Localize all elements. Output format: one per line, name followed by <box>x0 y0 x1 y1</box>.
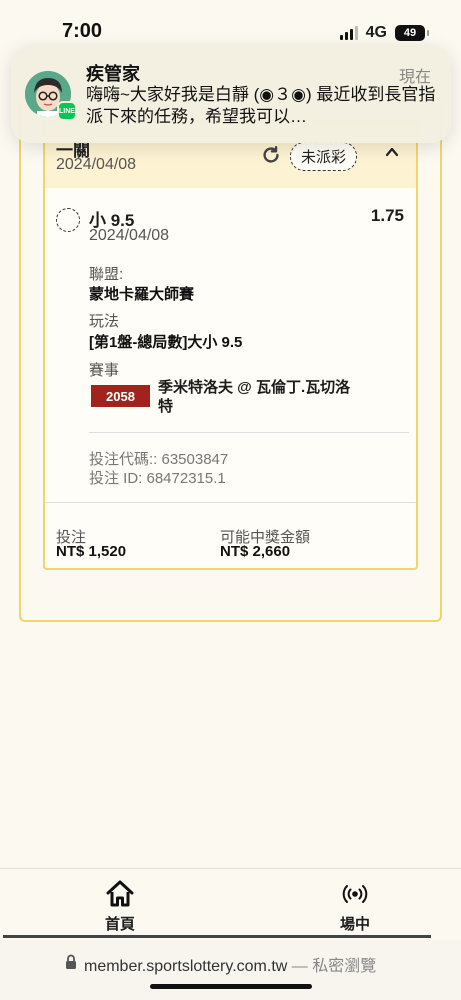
league-label: 聯盟: <box>89 266 124 283</box>
url-text: member.sportslottery.com.tw — 私密瀏覽 <box>84 952 376 976</box>
signal-icon <box>339 26 358 40</box>
home-icon <box>106 880 134 907</box>
nav-item-home[interactable]: 首頁 <box>80 879 160 934</box>
match-code-badge: 2058 <box>91 385 150 407</box>
bottom-nav: 首頁 場中 <box>0 868 461 938</box>
match-name: 季米特洛夫 @ 瓦倫丁.瓦切洛特 <box>158 379 351 415</box>
play-label: 玩法 <box>89 313 120 330</box>
divider <box>45 502 416 503</box>
selection-odds: 1.75 <box>370 206 404 225</box>
bet-id: 投注 ID: 68472315.1 <box>89 470 226 487</box>
selection-date: 2024/04/08 <box>89 227 170 244</box>
nav-item-live[interactable]: 場中 <box>315 879 395 934</box>
divider <box>89 432 409 433</box>
bet-date: 2024/04/08 <box>56 156 137 173</box>
stake-value: NT$ 1,520 <box>56 543 127 560</box>
notification-body: 嗨嗨~大家好我是白靜 (◉３◉) 最近收到長官指派下來的任務，希望我可以… <box>86 85 436 126</box>
payout-status-badge: 未派彩 <box>290 142 358 171</box>
battery-icon: 49 <box>395 25 429 41</box>
nav-label-live: 場中 <box>339 916 370 933</box>
status-indicators: 4G 49 <box>339 24 429 42</box>
lock-icon <box>66 954 76 969</box>
push-notification[interactable]: LINE 疾管家 現在 嗨嗨~大家好我是白靜 (◉３◉) 最近收到長官指派下來的… <box>11 45 451 143</box>
private-browsing-label: — 私密瀏覽 <box>291 958 377 975</box>
refresh-icon[interactable] <box>260 144 282 166</box>
notification-title: 疾管家 <box>86 64 140 84</box>
nav-indicator <box>3 935 431 938</box>
line-app-badge: LINE <box>57 101 77 121</box>
browser-url-bar[interactable]: member.sportslottery.com.tw — 私密瀏覽 <box>0 940 461 1000</box>
league-value: 蒙地卡羅大師賽 <box>89 286 195 303</box>
home-indicator[interactable] <box>150 984 312 989</box>
match-label: 賽事 <box>89 362 120 379</box>
status-time: 7:00 <box>62 20 103 42</box>
selection-status-icon <box>56 208 80 232</box>
chevron-up-icon[interactable] <box>385 145 399 159</box>
bet-code: 投注代碼:: 63503847 <box>89 451 229 468</box>
url-domain: member.sportslottery.com.tw <box>84 958 288 975</box>
payout-value: NT$ 2,660 <box>220 543 291 560</box>
play-value: [第1盤-總局數]大小 9.5 <box>89 334 243 351</box>
nav-label-home: 首頁 <box>104 916 135 933</box>
live-broadcast-icon <box>342 885 368 903</box>
network-type: 4G <box>365 24 387 41</box>
bet-card: 一關 2024/04/08 未派彩 小 9.5 1.75 2024/04/08 … <box>43 120 418 570</box>
